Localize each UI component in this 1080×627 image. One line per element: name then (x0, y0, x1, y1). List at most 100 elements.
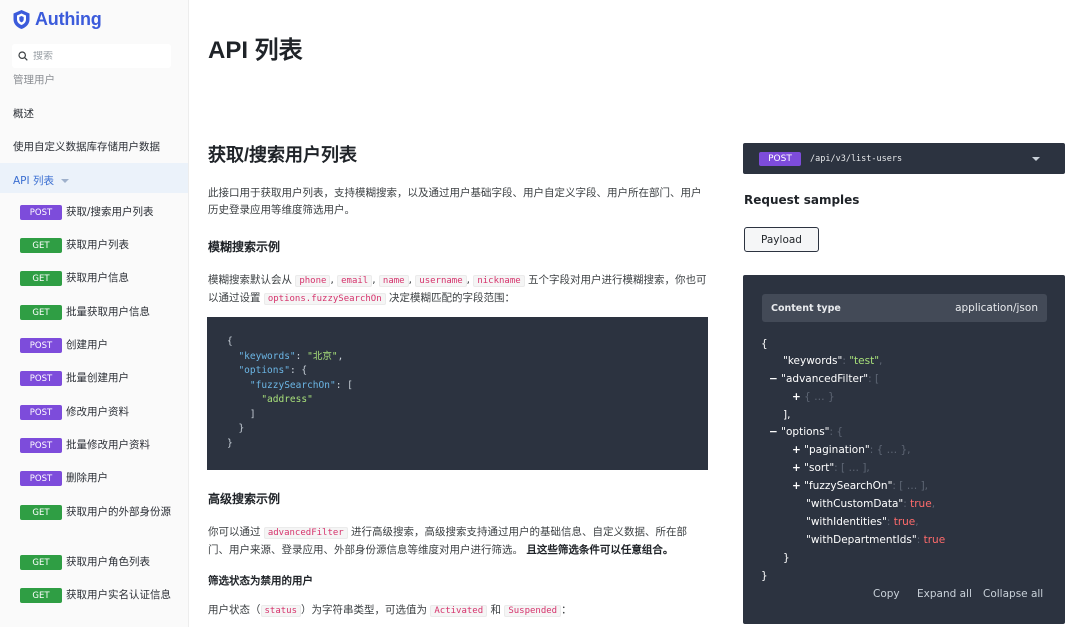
text: ）为字符串类型，可选值为 (301, 604, 428, 616)
endpoint-label: 删除用户 (66, 472, 108, 484)
endpoint-label: 批量获取用户信息 (66, 306, 150, 318)
method-badge: GET (20, 505, 62, 520)
expand-all-button[interactable]: Expand all (917, 588, 972, 600)
sidebar-endpoint[interactable]: POST 获取/搜索用户列表 (20, 205, 185, 221)
logo[interactable]: Authing (12, 8, 102, 30)
shield-logo-icon (13, 9, 30, 29)
sidebar-item-overview[interactable]: 概述 (13, 106, 34, 121)
endpoint-selector[interactable]: POST /api/v3/list-users (743, 143, 1065, 174)
chevron-down-icon (1032, 157, 1040, 161)
fuzzy-search-heading: 模糊搜索示例 (208, 240, 281, 254)
endpoint-label: 获取用户实名认证信息 (66, 589, 171, 601)
sidebar-item-custom-db[interactable]: 使用自定义数据库存储用户数据 (13, 139, 160, 154)
advanced-search-heading: 高级搜索示例 (208, 492, 281, 506)
text: ： (561, 604, 572, 616)
text: 你可以通过 (208, 526, 261, 538)
sidebar-item-api-list[interactable]: API 列表 (13, 173, 69, 188)
inline-code: nickname (473, 275, 525, 287)
expand-toggle[interactable]: + (792, 444, 801, 456)
expand-toggle[interactable]: + (792, 462, 801, 474)
search-input[interactable] (33, 50, 163, 62)
json-collapsed: [ … ] (841, 462, 867, 474)
sidebar-endpoint[interactable]: GET 获取用户的外部身份源 (20, 505, 185, 521)
json-key: "options" (781, 426, 830, 438)
text: 用户状态（ (208, 604, 261, 616)
inline-code: status (260, 605, 302, 617)
json-bool: true (910, 498, 932, 510)
json-line-fuzzy: + "fuzzySearchOn": [ … ], (792, 480, 929, 492)
json-bool: true (923, 534, 946, 546)
endpoint-label: 获取用户列表 (66, 239, 129, 251)
json-line-pagination: + "pagination": { … }, (792, 444, 911, 456)
json-key: "sort" (804, 462, 835, 474)
method-badge: POST (20, 405, 62, 420)
inline-code: phone (295, 275, 331, 287)
json-collapsed: [ … ] (899, 480, 925, 492)
json-key: "withDepartmentIds" (806, 534, 917, 546)
intro-paragraph: 此接口用于获取用户列表，支持模糊搜索，以及通过用户基础字段、用户自定义字段、用户… (208, 187, 702, 216)
content-type-label: Content type (771, 302, 841, 314)
payload-tab[interactable]: Payload (744, 227, 819, 252)
caret-down-icon (60, 178, 69, 183)
inline-code: username (415, 275, 467, 287)
json-line-sort: + "sort": [ … ], (792, 462, 870, 474)
sidebar-endpoint[interactable]: POST 修改用户资料 (20, 405, 185, 421)
sidebar-endpoint[interactable]: POST 批量修改用户资料 (20, 438, 185, 454)
json-line-options: − "options": { (769, 426, 844, 438)
json-close-brace: } (761, 570, 768, 582)
method-badge: POST (20, 438, 62, 453)
text: 和 (490, 604, 501, 616)
inline-code: Suspended (504, 605, 562, 617)
search-icon (18, 51, 28, 61)
endpoint-label: 获取用户的外部身份源 (66, 506, 171, 518)
expand-toggle[interactable]: + (792, 391, 801, 403)
endpoint-label: 获取/搜索用户列表 (66, 206, 154, 218)
text: 决定模糊匹配的字段范围： (388, 292, 515, 304)
method-badge: POST (20, 371, 62, 386)
logo-text: Authing (35, 8, 102, 29)
sidebar-endpoint[interactable]: POST 创建用户 (20, 338, 185, 354)
sidebar: Authing 管理用户 概述 使用自定义数据库存储用户数据 API 列表 PO… (0, 0, 189, 627)
json-line-keywords: "keywords": "test", (783, 355, 883, 367)
endpoint-label: 批量创建用户 (66, 372, 129, 384)
endpoint-label: 获取用户角色列表 (66, 556, 150, 568)
inline-code: options.fuzzySearchOn (263, 293, 386, 305)
sidebar-endpoint[interactable]: GET 获取用户实名认证信息 (20, 588, 185, 604)
fuzzy-search-paragraph: 模糊搜索默认会从 phone, email, name, username, n… (208, 274, 707, 305)
json-string: "test" (849, 355, 880, 367)
sidebar-endpoint[interactable]: GET 批量获取用户信息 (20, 305, 185, 321)
collapse-all-button[interactable]: Collapse all (983, 588, 1043, 600)
method-badge: POST (20, 205, 62, 220)
json-key: "withCustomData" (806, 498, 904, 510)
advanced-search-paragraph: 你可以通过 advancedFilter 进行高级搜索，高级搜索支持通过用户的基… (208, 524, 708, 559)
sidebar-item-label: API 列表 (13, 175, 54, 187)
filter-heading: 筛选状态为禁用的用户 (208, 575, 313, 587)
method-badge: GET (20, 588, 62, 603)
text: 模糊搜索默认会从 (208, 274, 292, 286)
json-collapsed: { … } (804, 391, 835, 403)
endpoint-label: 修改用户资料 (66, 406, 129, 418)
copy-button[interactable]: Copy (873, 588, 900, 600)
collapse-toggle[interactable]: − (769, 426, 778, 438)
expand-toggle[interactable]: + (792, 480, 801, 492)
sidebar-endpoint[interactable]: GET 获取用户信息 (20, 271, 185, 287)
content-type-value: application/json (955, 302, 1038, 314)
sidebar-endpoint[interactable]: POST 删除用户 (20, 471, 185, 487)
search-box[interactable] (12, 44, 171, 68)
section-title: 获取/搜索用户列表 (208, 145, 358, 165)
method-badge: POST (759, 151, 801, 166)
json-key: "fuzzySearchOn" (804, 480, 893, 492)
method-badge: GET (20, 555, 62, 570)
json-bool: true (893, 516, 916, 528)
inline-code: name (378, 275, 409, 287)
method-badge: GET (20, 305, 62, 320)
collapse-toggle[interactable]: − (769, 373, 778, 385)
sidebar-item-manage-users[interactable]: 管理用户 (13, 72, 55, 87)
sidebar-endpoint[interactable]: GET 获取用户列表 (20, 238, 185, 254)
inline-code: Activated (430, 605, 488, 617)
sidebar-endpoint[interactable]: GET 获取用户角色列表 (20, 555, 185, 571)
sidebar-endpoint[interactable]: POST 批量创建用户 (20, 371, 185, 387)
method-badge: GET (20, 271, 62, 286)
json-line-advanced: − "advancedFilter": [ (769, 373, 880, 385)
json-line-adv-item: + { … } (792, 390, 835, 404)
